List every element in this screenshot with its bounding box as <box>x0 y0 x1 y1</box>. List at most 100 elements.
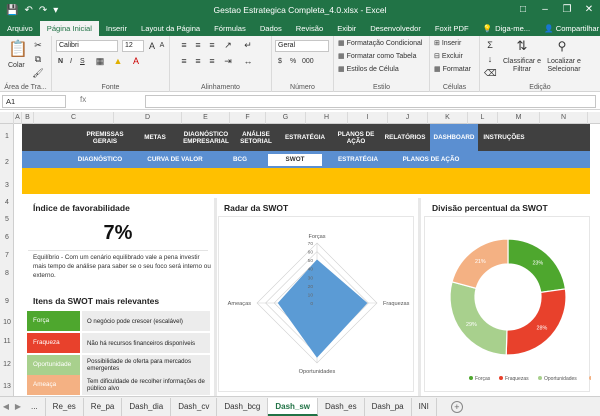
cut-icon[interactable]: ✂ <box>32 39 44 51</box>
italic-button[interactable]: I <box>70 58 72 65</box>
fill-color-icon[interactable]: ▲ <box>112 55 124 67</box>
tab-dados[interactable]: Dados <box>253 21 289 36</box>
merge-icon[interactable]: ↔ <box>242 55 254 67</box>
align-middle-icon[interactable]: ≡ <box>192 39 204 51</box>
column-header[interactable]: C <box>34 112 114 124</box>
align-right-icon[interactable]: ≡ <box>206 55 218 67</box>
column-header[interactable]: B <box>22 112 34 124</box>
tab-revisao[interactable]: Revisão <box>289 21 330 36</box>
subnav-curva-de-valor[interactable]: CURVA DE VALOR <box>142 154 208 166</box>
search-icon[interactable]: ⚲ <box>556 40 568 52</box>
paste-button[interactable]: Colar <box>8 62 25 69</box>
column-header[interactable]: I <box>348 112 388 124</box>
column-header[interactable]: H <box>306 112 348 124</box>
share-button[interactable]: 👤 Compartilhar <box>537 21 600 36</box>
row-header[interactable]: 3 <box>0 182 14 189</box>
sheet-tab-dash-es[interactable]: Dash_es <box>318 397 365 416</box>
row-header[interactable]: 4 <box>0 199 14 206</box>
sheet-tab-dash-sw[interactable]: Dash_sw <box>268 397 319 416</box>
tab-inserir[interactable]: Inserir <box>99 21 134 36</box>
nav-estrategia[interactable]: ESTRATÉGIA <box>280 124 330 151</box>
percent-button[interactable]: % <box>290 58 296 65</box>
nav-analise[interactable]: ANÁLISE SETORIAL <box>236 124 276 151</box>
tab-formulas[interactable]: Fórmulas <box>207 21 253 36</box>
row-header[interactable]: 10 <box>0 319 14 326</box>
underline-button[interactable]: S <box>80 58 85 65</box>
sheet-tab-dash-bcg[interactable]: Dash_bcg <box>217 397 269 416</box>
redo-icon[interactable]: ↷ <box>39 5 47 16</box>
number-format-select[interactable]: Geral <box>275 40 329 52</box>
column-header[interactable]: G <box>266 112 306 124</box>
format-painter-icon[interactable]: 🖌 <box>32 67 44 79</box>
tab-arquivo[interactable]: Arquivo <box>0 21 40 36</box>
nav-metas[interactable]: METAS <box>136 124 174 151</box>
subnav-swot[interactable]: SWOT <box>268 154 322 166</box>
thousands-button[interactable]: 000 <box>302 58 314 65</box>
delete-button[interactable]: ⊟ Excluir <box>434 52 463 60</box>
tab-exibir[interactable]: Exibir <box>330 21 363 36</box>
row-header[interactable]: 13 <box>0 383 14 390</box>
tab-layout[interactable]: Layout da Página <box>134 21 207 36</box>
row-header[interactable]: 11 <box>0 338 14 345</box>
row-header[interactable]: 8 <box>0 270 14 277</box>
column-header[interactable]: N <box>540 112 588 124</box>
sheet-tab-dash-pa[interactable]: Dash_pa <box>365 397 412 416</box>
column-header[interactable]: J <box>388 112 428 124</box>
select-all-corner[interactable] <box>0 112 14 124</box>
minimize-button[interactable]: – <box>534 0 556 20</box>
find-select-button[interactable]: Localizar e Selecionar <box>542 58 586 74</box>
name-box[interactable]: A1 <box>2 95 66 108</box>
sheet-tab-dash-cv[interactable]: Dash_cv <box>171 397 218 416</box>
tab-desenvolvedor[interactable]: Desenvolvedor <box>363 21 428 36</box>
column-header[interactable]: E <box>182 112 230 124</box>
align-left-icon[interactable]: ≡ <box>178 55 190 67</box>
nav-planos[interactable]: PLANOS DE AÇÃO <box>332 124 380 151</box>
row-header[interactable]: 5 <box>0 216 14 223</box>
autosum-icon[interactable]: Σ <box>484 39 496 51</box>
currency-button[interactable]: $ <box>278 58 282 65</box>
tab-foxit[interactable]: Foxit PDF <box>428 21 476 36</box>
copy-icon[interactable]: ⧉ <box>32 53 44 65</box>
nav-instrucoes[interactable]: INSTRUÇÕES <box>480 124 528 151</box>
subnav-bcg[interactable]: BCG <box>218 154 262 166</box>
borders-icon[interactable]: ▦ <box>94 55 106 67</box>
nav-relatorios[interactable]: RELATÓRIOS <box>382 124 428 151</box>
tell-me[interactable]: 💡 Diga-me... <box>476 21 538 36</box>
nav-dashboard[interactable]: DASHBOARD <box>430 124 478 151</box>
row-header[interactable]: 1 <box>0 133 14 140</box>
fill-icon[interactable]: ↓ <box>484 53 496 65</box>
tab-pagina-inicial[interactable]: Página Inicial <box>39 21 99 36</box>
column-header[interactable]: F <box>230 112 266 124</box>
bold-button[interactable]: N <box>58 58 63 65</box>
sheet-tab-re-es[interactable]: Re_es <box>46 397 84 416</box>
row-header[interactable]: 2 <box>0 159 14 166</box>
paste-icon[interactable]: 📋 <box>8 40 28 60</box>
format-button[interactable]: ▦ Formatar <box>434 65 471 73</box>
subnav-estrategia[interactable]: ESTRATÉGIA <box>328 154 388 166</box>
scroll-left-icon[interactable]: ◀ <box>0 402 12 411</box>
scroll-right-icon[interactable]: ▶ <box>12 402 24 411</box>
font-size-select[interactable]: 12 <box>122 40 144 52</box>
nav-premissas[interactable]: PREMISSAS GERAIS <box>80 124 130 151</box>
format-table-button[interactable]: ▦ Formatar como Tabela <box>338 52 416 60</box>
sort-filter-button[interactable]: Classificar e Filtrar <box>502 58 542 74</box>
conditional-formatting-button[interactable]: ▦ Formatação Condicional <box>338 39 422 47</box>
wrap-text-icon[interactable]: ↵ <box>242 39 254 51</box>
restore-button[interactable]: ❐ <box>556 0 578 20</box>
fx-icon[interactable]: fx <box>80 95 86 104</box>
formula-input[interactable] <box>145 95 596 108</box>
row-header[interactable]: 12 <box>0 361 14 368</box>
sort-filter-icon[interactable]: ⇅ <box>516 39 528 52</box>
sheet-tab-re-pa[interactable]: Re_pa <box>84 397 123 416</box>
add-sheet-icon[interactable]: + <box>450 400 463 413</box>
subnav-planos[interactable]: PLANOS DE AÇÃO <box>396 154 466 166</box>
align-center-icon[interactable]: ≡ <box>192 55 204 67</box>
sheet-tab-ini[interactable]: INI <box>412 397 437 416</box>
insert-button[interactable]: ⊞ Inserir <box>434 39 461 47</box>
shrink-font-icon[interactable]: A <box>156 40 168 52</box>
cell-styles-button[interactable]: ▦ Estilos de Célula <box>338 65 399 73</box>
nav-diagnostico[interactable]: DIAGNÓSTICO EMPRESARIAL <box>178 124 234 151</box>
font-name-select[interactable]: Calibri <box>56 40 118 52</box>
column-header[interactable]: D <box>114 112 182 124</box>
ribbon-display-icon[interactable]: □ <box>512 0 534 20</box>
